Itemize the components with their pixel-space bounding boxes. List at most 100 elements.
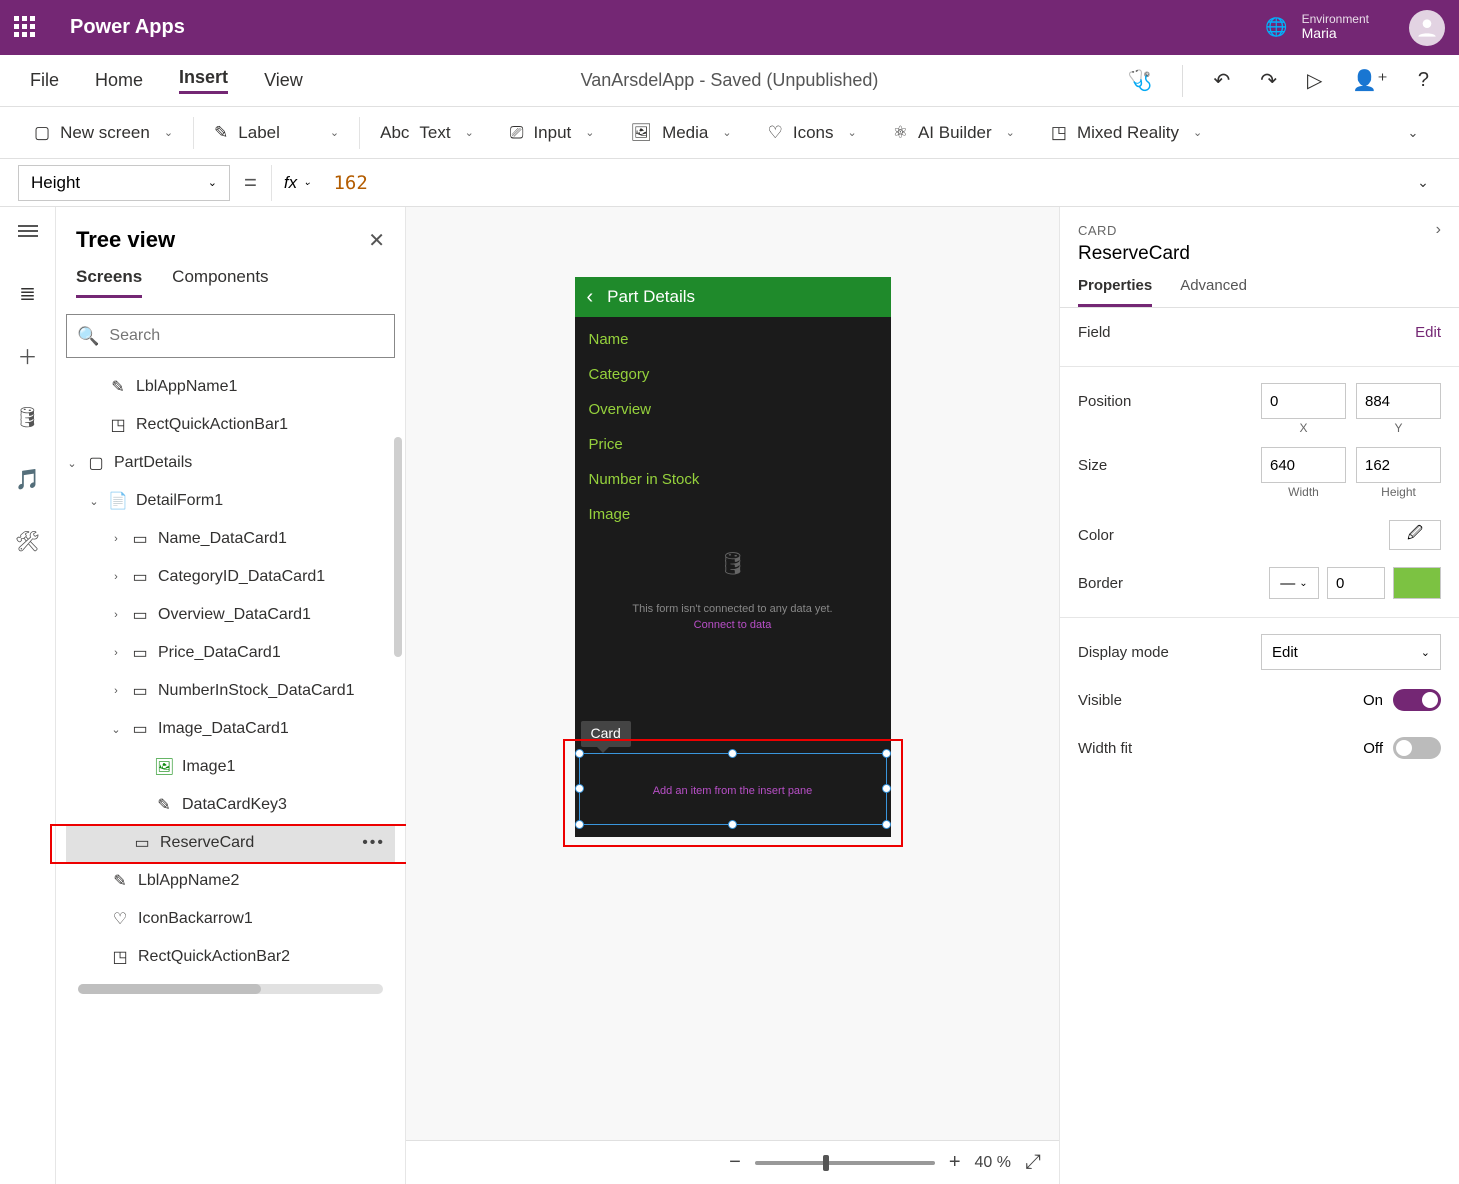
rail-insert-icon[interactable]: ＋ — [14, 341, 42, 369]
tree-list: ✎LblAppName1 ◳RectQuickActionBar1 ⌄▢Part… — [66, 368, 395, 1184]
text-button[interactable]: AbcText⌄ — [362, 107, 492, 158]
tree-node[interactable]: ›▭Overview_DataCard1 — [66, 596, 395, 634]
chevron-right-icon[interactable]: › — [1436, 221, 1441, 239]
undo-icon[interactable]: ↶ — [1213, 68, 1230, 93]
rail-data-icon[interactable]: 🛢 — [14, 403, 42, 431]
tab-advanced[interactable]: Advanced — [1180, 277, 1247, 307]
highlight-annotation — [50, 824, 411, 864]
color-picker[interactable]: 🖉 — [1389, 520, 1441, 550]
border-label: Border — [1078, 575, 1123, 592]
menu-file[interactable]: File — [30, 70, 59, 91]
field-label: Number in Stock — [589, 471, 877, 488]
border-width[interactable]: 0 — [1327, 567, 1385, 599]
rail-hamburger-icon[interactable] — [14, 217, 42, 245]
pos-x-input[interactable]: 0 — [1261, 383, 1346, 419]
zoom-out-icon[interactable]: − — [729, 1151, 741, 1174]
menu-view[interactable]: View — [264, 70, 303, 91]
widthfit-toggle[interactable] — [1393, 737, 1441, 759]
display-mode-label: Display mode — [1078, 644, 1169, 661]
properties-panel: CARD › ReserveCard Properties Advanced F… — [1059, 207, 1459, 1184]
tree-node[interactable]: ›▭Name_DataCard1 — [66, 520, 395, 558]
tree-node[interactable]: ♡IconBackarrow1 — [66, 900, 395, 938]
width-input[interactable]: 640 — [1261, 447, 1346, 483]
tree-node[interactable]: ›▭NumberInStock_DataCard1 — [66, 672, 395, 710]
color-label: Color — [1078, 527, 1114, 544]
formula-input[interactable]: 162 — [323, 165, 1405, 201]
border-style[interactable]: ― ⌄ — [1269, 567, 1319, 599]
tree-node[interactable]: ⌄▭Image_DataCard1 — [66, 710, 395, 748]
tree-node[interactable]: ✎LblAppName2 — [66, 862, 395, 900]
ai-builder-button[interactable]: ⚛AI Builder⌄ — [875, 107, 1033, 158]
database-icon: 🛢 — [575, 551, 891, 577]
mixed-reality-button[interactable]: ◳Mixed Reality⌄ — [1033, 107, 1220, 158]
tree-node[interactable]: ⌄▢PartDetails — [66, 444, 395, 482]
tree-vert-scrollbar[interactable] — [391, 327, 405, 1164]
share-icon[interactable]: 👤⁺ — [1352, 68, 1387, 93]
back-icon[interactable]: ‹ — [587, 286, 594, 309]
doc-status: VanArsdelApp - Saved (Unpublished) — [581, 70, 879, 91]
visible-label: Visible — [1078, 692, 1122, 709]
menu-insert[interactable]: Insert — [179, 67, 228, 94]
search-input[interactable] — [109, 327, 384, 345]
redo-icon[interactable]: ↷ — [1260, 68, 1277, 93]
app-topbar: Power Apps 🌐 Environment Maria — [0, 0, 1459, 55]
tree-node[interactable]: ⌄📄DetailForm1 — [66, 482, 395, 520]
close-icon[interactable]: ✕ — [368, 228, 385, 253]
tree-horiz-scrollbar[interactable] — [78, 984, 383, 994]
height-input[interactable]: 162 — [1356, 447, 1441, 483]
environment-picker[interactable]: Environment Maria — [1302, 13, 1369, 42]
field-label: Field — [1078, 324, 1111, 341]
avatar[interactable] — [1409, 10, 1445, 46]
icons-button[interactable]: ♡Icons⌄ — [750, 107, 875, 158]
tab-screens[interactable]: Screens — [76, 267, 142, 298]
tree-node[interactable]: ›▭Price_DataCard1 — [66, 634, 395, 672]
tree-node[interactable]: 🖼Image1 — [66, 748, 395, 786]
tab-components[interactable]: Components — [172, 267, 268, 298]
play-icon[interactable]: ▷ — [1307, 68, 1322, 93]
tree-node[interactable]: ✎LblAppName1 — [66, 368, 395, 406]
environment-icon: 🌐 — [1265, 17, 1287, 38]
search-box[interactable]: 🔍 — [66, 314, 395, 358]
help-icon[interactable]: ? — [1418, 69, 1429, 92]
health-icon[interactable]: 🩺 — [1128, 68, 1153, 93]
rail-media-icon[interactable]: 🎵 — [14, 465, 42, 493]
field-label: Price — [589, 436, 877, 453]
zoom-in-icon[interactable]: + — [949, 1151, 961, 1174]
app-preview[interactable]: ‹ Part Details Name Category Overview Pr… — [575, 277, 891, 837]
visible-toggle[interactable] — [1393, 689, 1441, 711]
rail-tree-icon[interactable]: ≣ — [14, 279, 42, 307]
tree-node[interactable]: ◳RectQuickActionBar1 — [66, 406, 395, 444]
new-screen-button[interactable]: ▢New screen⌄ — [16, 107, 191, 158]
tree-node[interactable]: ›▭CategoryID_DataCard1 — [66, 558, 395, 596]
media-button[interactable]: 🖼Media⌄ — [612, 107, 749, 158]
ribbon-overflow-icon[interactable]: ⌄ — [1395, 125, 1431, 141]
widthfit-label: Width fit — [1078, 740, 1132, 757]
pos-y-input[interactable]: 884 — [1356, 383, 1441, 419]
tree-node[interactable]: ◳RectQuickActionBar2 — [66, 938, 395, 976]
zoom-slider[interactable] — [755, 1161, 935, 1165]
position-label: Position — [1078, 393, 1131, 410]
left-rail: ≣ ＋ 🛢 🎵 🛠 — [0, 207, 56, 1184]
fx-button[interactable]: fx⌄ — [271, 165, 324, 201]
size-label: Size — [1078, 457, 1107, 474]
edit-field-link[interactable]: Edit — [1415, 324, 1441, 341]
canvas-area: ‹ Part Details Name Category Overview Pr… — [406, 207, 1059, 1184]
border-color[interactable] — [1393, 567, 1441, 599]
formula-bar: Height⌄ = fx⌄ 162 ⌄ — [0, 159, 1459, 207]
app-launcher-icon[interactable] — [14, 16, 38, 40]
menu-home[interactable]: Home — [95, 70, 143, 91]
rail-tools-icon[interactable]: 🛠 — [14, 527, 42, 555]
field-label: Image — [589, 506, 877, 523]
connect-data-link[interactable]: Connect to data — [575, 619, 891, 631]
zoom-value: 40 % — [975, 1154, 1011, 1172]
search-icon: 🔍 — [77, 326, 99, 347]
menu-bar: File Home Insert View VanArsdelApp - Sav… — [0, 55, 1459, 107]
formula-expand-icon[interactable]: ⌄ — [1405, 174, 1441, 191]
input-button[interactable]: ⎚Input⌄ — [492, 107, 613, 158]
property-selector[interactable]: Height⌄ — [18, 165, 230, 201]
tab-properties[interactable]: Properties — [1078, 277, 1152, 307]
tree-node[interactable]: ✎DataCardKey3 — [66, 786, 395, 824]
label-button[interactable]: ✎Label⌄ — [196, 107, 357, 158]
fit-icon[interactable]: ⤢ — [1025, 1151, 1041, 1174]
display-mode-select[interactable]: Edit⌄ — [1261, 634, 1441, 670]
